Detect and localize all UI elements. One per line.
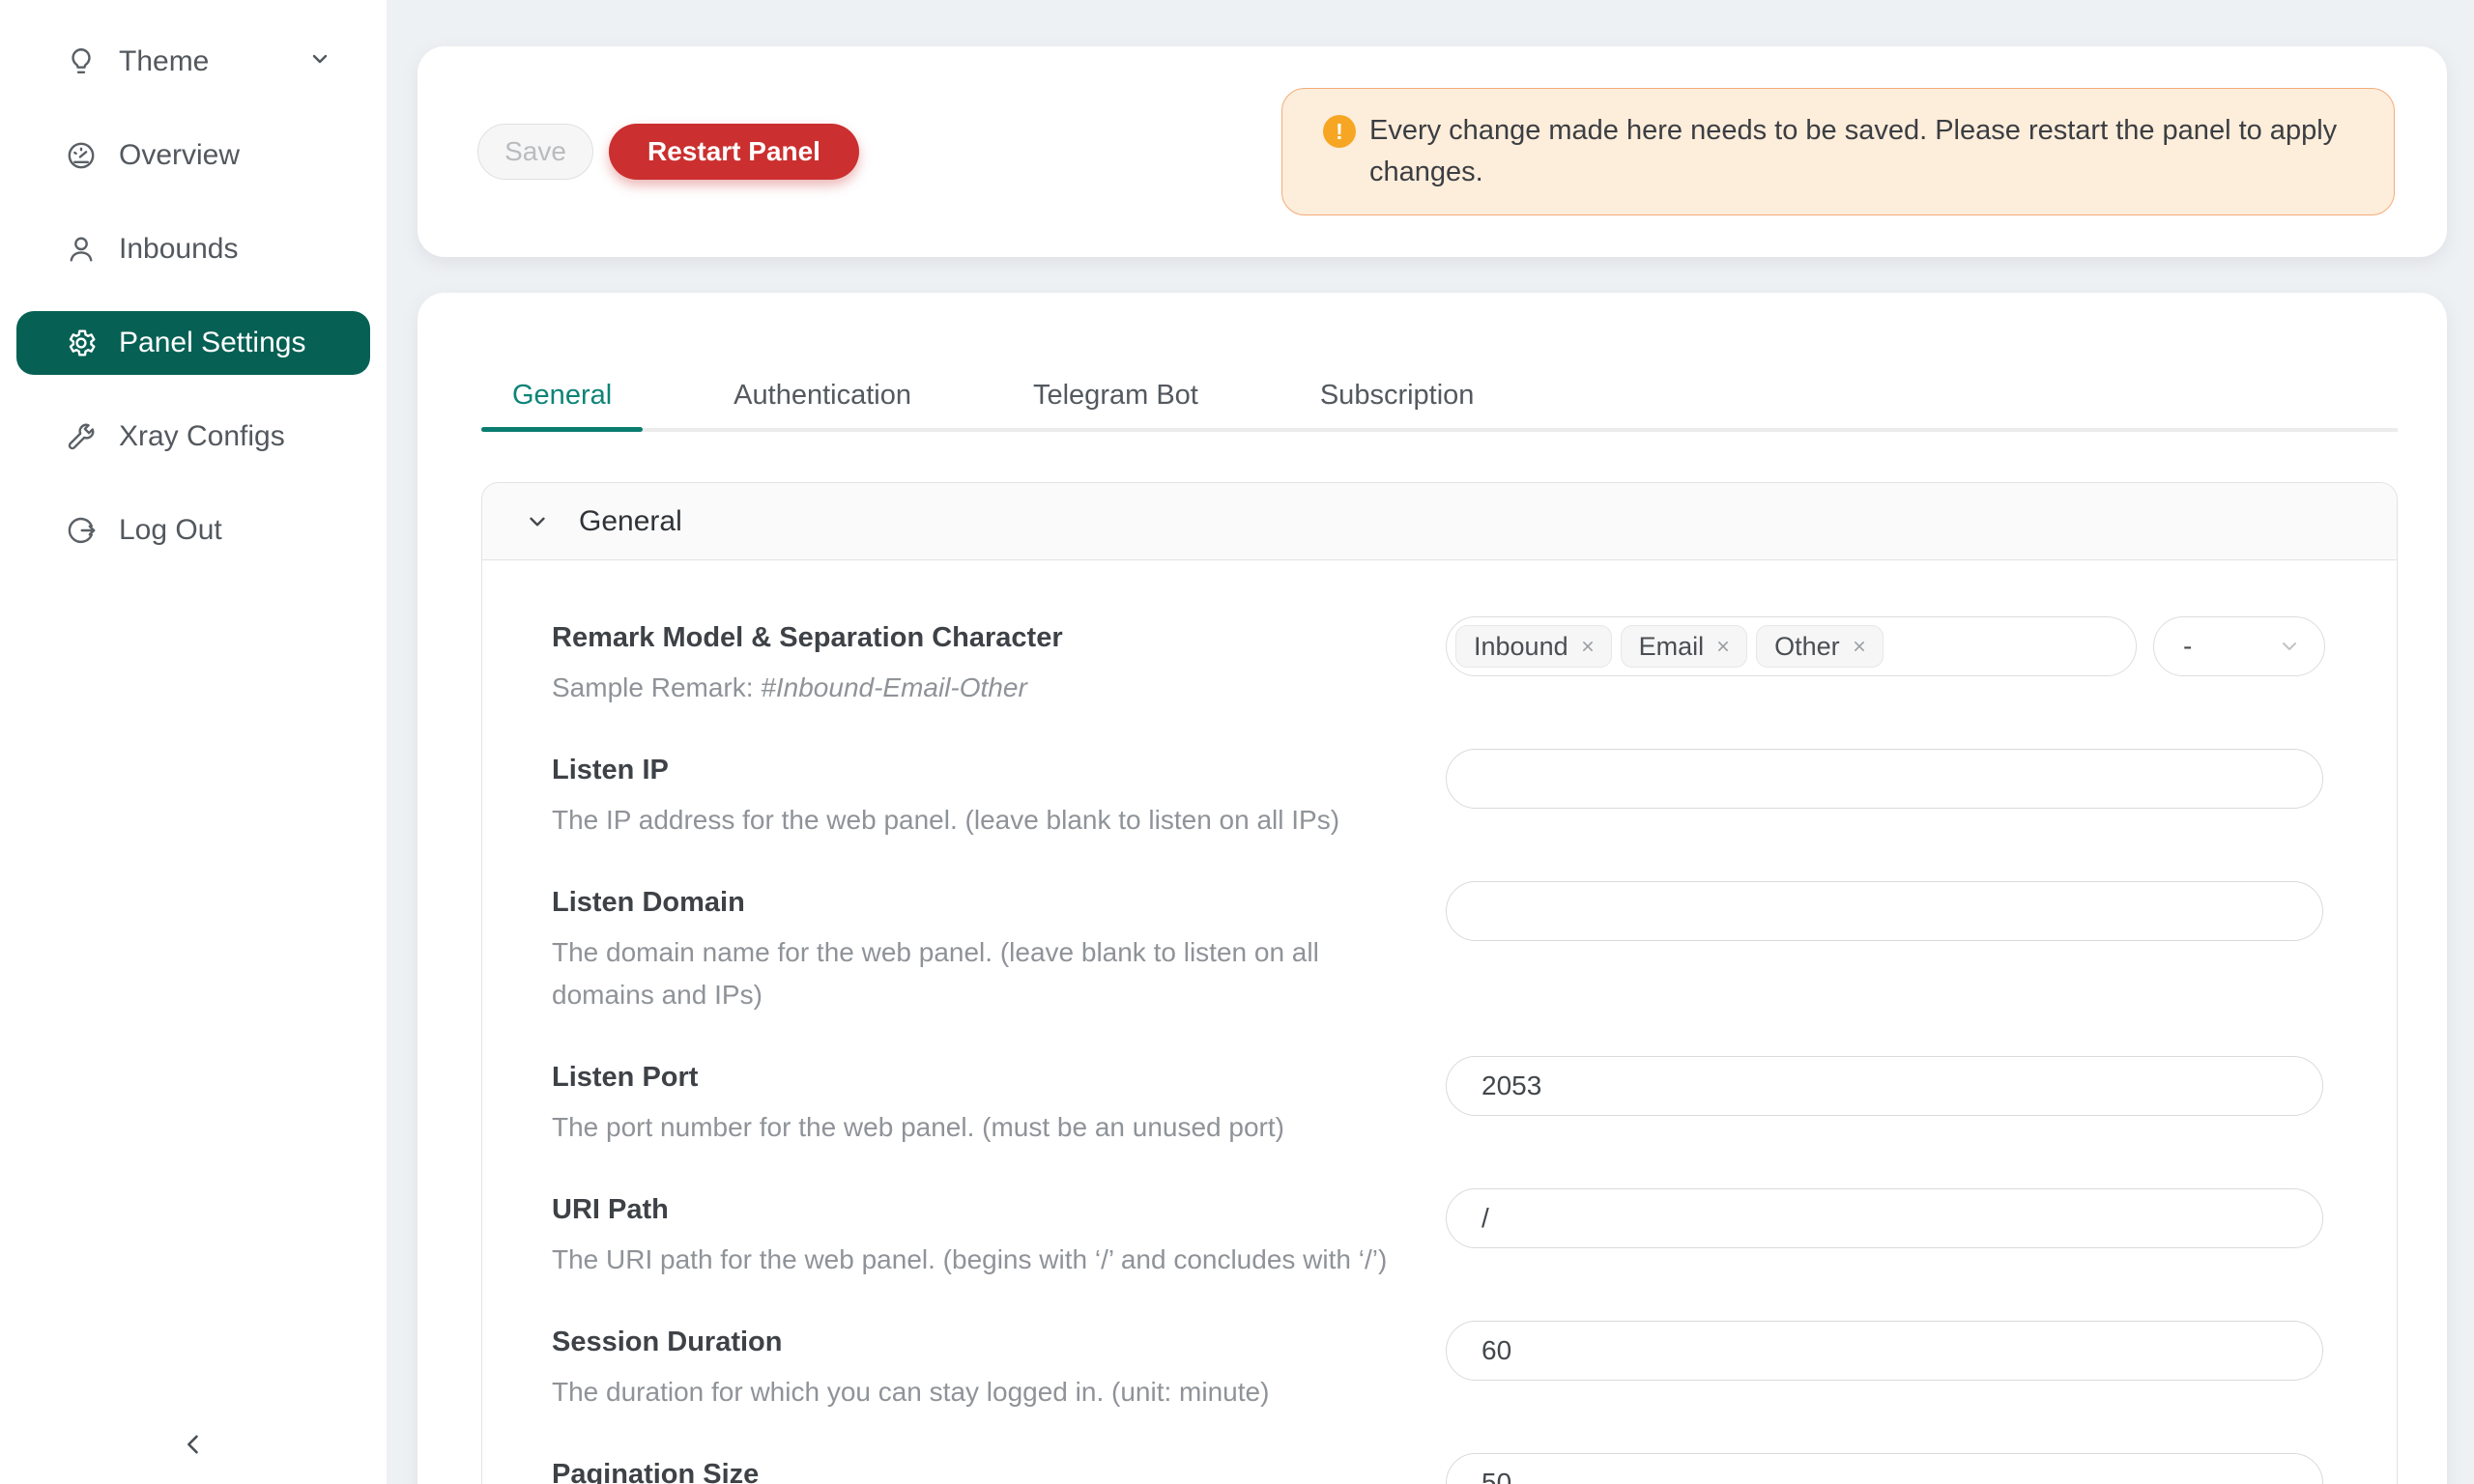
form-row-remark-model: Remark Model & Separation Character Samp… xyxy=(552,616,2325,709)
warning-icon: ! xyxy=(1323,115,1356,148)
form-row-listen-ip: Listen IP The IP address for the web pan… xyxy=(552,749,2325,842)
dashboard-icon xyxy=(64,138,99,173)
field-label: URI Path xyxy=(552,1188,1402,1231)
field-label: Pagination Size xyxy=(552,1453,1402,1484)
field-label: Listen IP xyxy=(552,749,1402,791)
sidebar-item-label: Log Out xyxy=(119,514,222,547)
sidebar-item-label: Theme xyxy=(119,45,209,78)
main-content: Save Restart Panel ! Every change made h… xyxy=(387,0,2474,1484)
field-description: Sample Remark: #Inbound-Email-Other xyxy=(552,667,1402,709)
field-description: The URI path for the web panel. (begins … xyxy=(552,1239,1402,1281)
sidebar-item-overview[interactable]: Overview xyxy=(16,124,370,187)
bulb-icon xyxy=(64,44,99,79)
field-label: Listen Domain xyxy=(552,881,1402,924)
tab-general[interactable]: General xyxy=(481,379,643,428)
chevron-down-icon xyxy=(525,509,550,534)
field-description: The domain name for the web panel. (leav… xyxy=(552,931,1402,1016)
sidebar-item-inbounds[interactable]: Inbounds xyxy=(16,217,370,281)
sidebar-item-xray-configs[interactable]: Xray Configs xyxy=(16,405,370,469)
wrench-icon xyxy=(64,419,99,454)
field-description: The IP address for the web panel. (leave… xyxy=(552,799,1402,842)
sidebar-item-label: Xray Configs xyxy=(119,420,285,453)
gear-icon xyxy=(64,326,99,360)
sidebar-item-log-out[interactable]: Log Out xyxy=(16,499,370,562)
restart-warning-alert: ! Every change made here needs to be sav… xyxy=(1281,88,2395,215)
field-label: Session Duration xyxy=(552,1321,1402,1363)
sidebar-collapse-button[interactable] xyxy=(0,1420,387,1469)
form-row-uri-path: URI Path The URI path for the web panel.… xyxy=(552,1188,2325,1281)
uri-path-input[interactable] xyxy=(1446,1188,2323,1248)
chevron-down-icon xyxy=(2278,635,2301,658)
listen-ip-input[interactable] xyxy=(1446,749,2323,809)
chevron-down-icon xyxy=(308,45,331,78)
save-button[interactable]: Save xyxy=(477,124,593,180)
sidebar-item-label: Inbounds xyxy=(119,233,238,266)
field-description: The port number for the web panel. (must… xyxy=(552,1106,1402,1149)
separator-select[interactable]: - xyxy=(2153,616,2325,676)
active-tab-indicator xyxy=(481,427,643,432)
toolbar-card: Save Restart Panel ! Every change made h… xyxy=(417,46,2447,257)
alert-text: Every change made here needs to be saved… xyxy=(1369,110,2345,193)
sidebar: Theme Overview Inbounds Panel Settings X… xyxy=(0,0,387,1484)
close-icon[interactable] xyxy=(1578,637,1597,656)
field-label: Listen Port xyxy=(552,1056,1402,1099)
sample-remark: #Inbound-Email-Other xyxy=(761,672,1026,702)
tag-inbound: Inbound xyxy=(1455,625,1612,668)
form-row-pagination-size: Pagination Size xyxy=(552,1453,2325,1484)
listen-port-input[interactable] xyxy=(1446,1056,2323,1116)
close-icon[interactable] xyxy=(1713,637,1733,656)
sidebar-item-theme[interactable]: Theme xyxy=(16,30,370,94)
tab-telegram-bot[interactable]: Telegram Bot xyxy=(1002,379,1229,428)
sidebar-item-label: Panel Settings xyxy=(119,327,305,359)
form-row-listen-port: Listen Port The port number for the web … xyxy=(552,1056,2325,1149)
settings-card: General Authentication Telegram Bot Subs… xyxy=(417,293,2447,1484)
logout-icon xyxy=(64,513,99,548)
form-row-session-duration: Session Duration The duration for which … xyxy=(552,1321,2325,1413)
collapse-title: General xyxy=(579,505,682,538)
field-description: The duration for which you can stay logg… xyxy=(552,1371,1402,1413)
user-icon xyxy=(64,232,99,267)
tab-authentication[interactable]: Authentication xyxy=(703,379,942,428)
field-label: Remark Model & Separation Character xyxy=(552,616,1402,659)
close-icon[interactable] xyxy=(1850,637,1869,656)
general-collapse-panel: General Remark Model & Separation Charac… xyxy=(481,482,2398,1484)
general-form: Remark Model & Separation Character Samp… xyxy=(482,560,2397,1484)
restart-panel-button[interactable]: Restart Panel xyxy=(609,124,859,180)
pagination-size-input[interactable] xyxy=(1446,1453,2323,1484)
tag-other: Other xyxy=(1756,625,1884,668)
sidebar-item-panel-settings[interactable]: Panel Settings xyxy=(16,311,370,375)
listen-domain-input[interactable] xyxy=(1446,881,2323,941)
remark-model-select[interactable]: Inbound Email Other xyxy=(1446,616,2137,676)
chevron-left-icon xyxy=(180,1431,207,1458)
tag-email: Email xyxy=(1621,625,1748,668)
session-duration-input[interactable] xyxy=(1446,1321,2323,1381)
tab-subscription[interactable]: Subscription xyxy=(1289,379,1506,428)
general-collapse-header[interactable]: General xyxy=(482,483,2397,560)
form-row-listen-domain: Listen Domain The domain name for the we… xyxy=(552,881,2325,1016)
sidebar-item-label: Overview xyxy=(119,139,240,172)
settings-tabbar: General Authentication Telegram Bot Subs… xyxy=(481,293,2398,432)
